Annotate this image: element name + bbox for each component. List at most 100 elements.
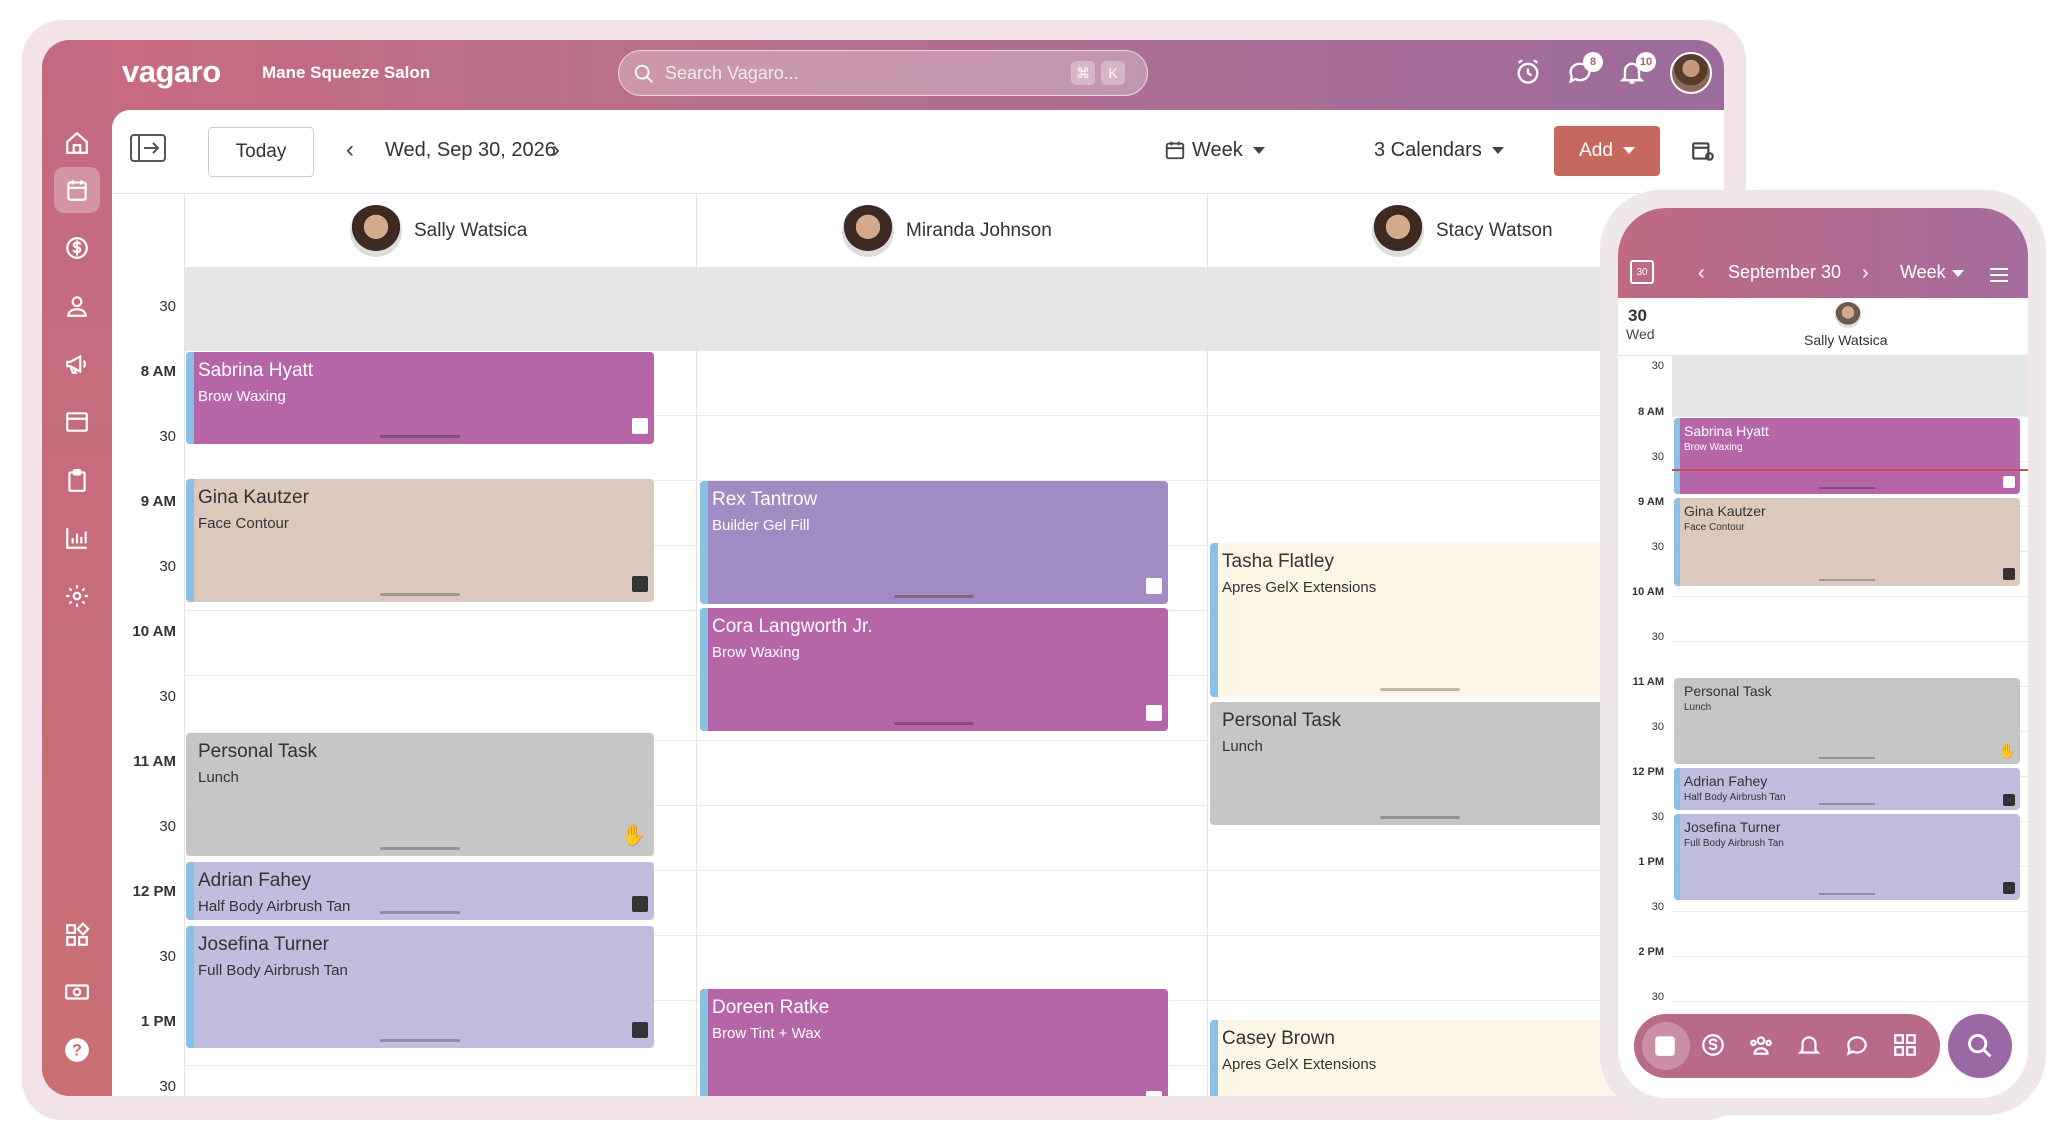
time-label: 30 (159, 688, 176, 705)
client-name: Cora Langworth Jr. (712, 616, 873, 637)
time-label: 30 (159, 1078, 176, 1095)
appointment-card[interactable]: Sabrina Hyatt Brow Waxing (186, 352, 654, 444)
nav-apps-icon[interactable] (1892, 1032, 1920, 1060)
schedule-window-icon[interactable] (62, 407, 92, 437)
note-icon (632, 1022, 648, 1038)
apps-grid-icon[interactable] (62, 920, 92, 950)
note-icon (632, 896, 648, 912)
cash-drawer-icon[interactable] (62, 977, 92, 1007)
home-icon[interactable] (62, 128, 92, 158)
messages-badge: 8 (1583, 52, 1603, 72)
appointment-card[interactable]: Adrian Fahey Half Body Airbrush Tan (1674, 768, 2020, 810)
appointment-card[interactable]: Gina Kautzer Face Contour (1674, 498, 2020, 586)
calendars-select[interactable]: 3 Calendars (1374, 139, 1504, 162)
unavailable-block (184, 268, 1724, 350)
mobile-appointment-grid[interactable]: Sabrina Hyatt Brow Waxing Gina Kautzer Fac… (1672, 356, 2028, 1098)
appointment-card[interactable]: Gina Kautzer Face Contour (186, 479, 654, 602)
client-name: Tasha Flatley (1222, 551, 1334, 572)
note-icon (2003, 568, 2015, 580)
mobile-prev-chevron-icon[interactable]: ‹ (1698, 262, 1705, 285)
appointment-card[interactable]: Josefina Turner Full Body Airbrush Tan (186, 926, 654, 1048)
staff-name: Miranda Johnson (906, 220, 1052, 241)
vagaro-logo[interactable]: vagaro (122, 54, 221, 90)
appointment-card[interactable]: Adrian Fahey Half Body Airbrush Tan (186, 862, 654, 920)
marketing-megaphone-icon[interactable] (62, 349, 92, 379)
appointment-card[interactable]: Sabrina Hyatt Brow Waxing (1674, 418, 2020, 494)
staff-column-header[interactable]: Stacy Watson (1372, 194, 1553, 268)
customers-person-icon[interactable] (62, 291, 92, 321)
search-bar[interactable]: Search Vagaro... ⌘ K (618, 50, 1148, 96)
mobile-calendar-icon[interactable]: 30 (1630, 260, 1654, 284)
staff-avatar (350, 205, 402, 257)
view-select[interactable]: Week (1192, 139, 1265, 162)
previous-day-chevron-icon[interactable]: ‹ (346, 138, 354, 162)
today-button[interactable]: Today (208, 127, 314, 177)
clipboard-icon[interactable] (62, 465, 92, 495)
appointment-card[interactable]: Tasha Flatley Apres GelX Extensions (1210, 543, 1630, 697)
client-name: Adrian Fahey (1684, 773, 1768, 789)
view-calendar-icon[interactable] (1164, 139, 1186, 161)
note-icon (1146, 578, 1162, 594)
task-name: Personal Task (1222, 710, 1341, 731)
task-detail: Lunch (198, 769, 239, 786)
mobile-view-select[interactable]: Week (1900, 262, 1964, 283)
personal-task-card[interactable]: Personal Task Lunch (1210, 702, 1630, 825)
add-button[interactable]: Add (1554, 126, 1660, 176)
nav-chat-icon[interactable] (1844, 1032, 1872, 1060)
time-label: 30 (1651, 360, 1664, 372)
mobile-search-button[interactable] (1948, 1014, 2012, 1078)
service-name: Face Contour (1684, 522, 1745, 533)
note-icon (2003, 476, 2015, 488)
next-day-chevron-icon[interactable]: › (552, 138, 560, 162)
appointment-grid[interactable]: Sabrina Hyatt Brow Waxing Gina Kautzer Fac… (184, 194, 1724, 1096)
client-name: Sabrina Hyatt (198, 360, 314, 381)
time-label: 12 PM (1632, 766, 1664, 778)
time-label: 9 AM (140, 493, 176, 510)
staff-avatar (842, 205, 894, 257)
client-name: Sabrina Hyatt (1684, 423, 1769, 439)
nav-dollar-icon[interactable] (1700, 1032, 1728, 1060)
payments-dollar-icon[interactable] (62, 233, 92, 263)
client-name: Adrian Fahey (198, 870, 312, 891)
service-name: Brow Waxing (1684, 442, 1743, 453)
nav-calendar-icon[interactable] (1652, 1032, 1680, 1060)
hand-grab-icon: ✋ (621, 825, 646, 847)
calendar-icon[interactable] (54, 167, 100, 213)
add-button-label: Add (1579, 140, 1613, 161)
time-label: 30 (1651, 451, 1664, 463)
mobile-next-chevron-icon[interactable]: › (1862, 262, 1869, 285)
collapse-panel-icon[interactable] (130, 133, 166, 163)
time-label: 2 PM (1638, 946, 1664, 958)
appointment-card[interactable]: Casey Brown Apres GelX Extensions (1210, 1020, 1630, 1096)
alarm-clock-icon[interactable] (1514, 58, 1544, 88)
time-label: 30 (159, 818, 176, 835)
add-caret-icon (1622, 147, 1635, 155)
task-name: Personal Task (1684, 683, 1772, 699)
staff-column-header[interactable]: Miranda Johnson (842, 194, 1052, 268)
appointment-card[interactable]: Cora Langworth Jr. Brow Waxing (700, 608, 1168, 731)
calendar-settings-icon[interactable] (1690, 138, 1716, 164)
mobile-time-gutter: 30 8 AM 30 9 AM 30 10 AM 30 11 AM 30 12 … (1618, 356, 1672, 1098)
personal-task-card[interactable]: Personal Task Lunch ✋ (186, 733, 654, 856)
mobile-menu-icon[interactable] (1990, 268, 2008, 282)
settings-gear-icon[interactable] (62, 581, 92, 611)
appointment-card[interactable]: Doreen Ratke Brow Tint + Wax (700, 989, 1168, 1096)
time-label: 1 PM (140, 1013, 176, 1030)
reports-chart-icon[interactable] (62, 523, 92, 553)
client-name: Gina Kautzer (198, 487, 309, 508)
mobile-bottom-nav (1634, 1014, 1940, 1078)
appointment-card[interactable]: Rex Tantrow Builder Gel Fill (700, 481, 1168, 604)
personal-task-card[interactable]: Personal Task Lunch ✋ (1674, 678, 2020, 764)
time-label: 30 (1651, 901, 1664, 913)
salon-name[interactable]: Mane Squeeze Salon (262, 63, 430, 83)
nav-customers-icon[interactable] (1748, 1032, 1776, 1060)
help-question-icon[interactable]: ? (62, 1035, 92, 1065)
appointment-card[interactable]: Josefina Turner Full Body Airbrush Tan (1674, 814, 2020, 900)
search-icon (1968, 1034, 1992, 1058)
main-panel: Today ‹ Wed, Sep 30, 2026 › Week 3 Calen… (112, 110, 1724, 1096)
note-icon (632, 576, 648, 592)
staff-column-header[interactable]: Sally Watsica (350, 194, 527, 268)
service-name: Builder Gel Fill (712, 517, 810, 534)
nav-bell-icon[interactable] (1796, 1032, 1824, 1060)
user-avatar[interactable] (1670, 52, 1712, 94)
